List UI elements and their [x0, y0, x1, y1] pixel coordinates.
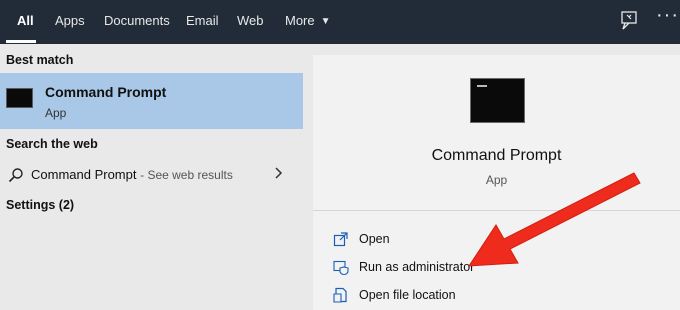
tab-apps[interactable]: Apps [55, 0, 85, 44]
detail-pane: Command Prompt App Open Run as administr… [313, 55, 680, 310]
tab-documents[interactable]: Documents [104, 0, 170, 44]
best-match-subtitle: App [45, 106, 67, 120]
chevron-right-icon[interactable] [274, 165, 284, 181]
detail-title: Command Prompt [431, 147, 562, 164]
command-prompt-large-icon [470, 78, 525, 123]
best-match-title: Command Prompt [45, 84, 167, 100]
tab-more-label: More [285, 13, 315, 28]
tab-web[interactable]: Web [237, 0, 264, 44]
open-icon [333, 232, 348, 247]
search-web-heading: Search the web [6, 137, 98, 151]
run-as-administrator-label: Run as administrator [359, 260, 475, 274]
open-file-location-label: Open file location [359, 288, 456, 302]
feedback-icon[interactable] [618, 10, 640, 32]
tab-more[interactable]: More ▼ [285, 0, 331, 44]
results-pane: Best match Command Prompt App Search the… [0, 44, 303, 310]
best-match-item[interactable]: Command Prompt App [0, 73, 303, 129]
tab-all[interactable]: All [17, 0, 34, 44]
chevron-down-icon: ▼ [320, 16, 331, 27]
settings-results[interactable]: Settings (2) [6, 198, 74, 212]
tab-email[interactable]: Email [186, 0, 219, 44]
best-match-heading: Best match [6, 53, 74, 67]
search-filter-bar: All Apps Documents Email Web More ▼ ··· [0, 0, 680, 44]
search-icon [8, 168, 23, 183]
open-label: Open [359, 232, 390, 246]
command-prompt-icon [6, 88, 33, 108]
web-search-suffix: - See web results [140, 168, 233, 182]
shield-icon [333, 260, 349, 275]
web-search-query-text: Command Prompt [31, 167, 137, 182]
web-search-result[interactable]: Command Prompt - See web results [0, 162, 303, 188]
cursor-mark [477, 85, 487, 87]
file-location-icon [333, 287, 347, 303]
divider [313, 210, 680, 211]
more-options-icon[interactable]: ··· [656, 4, 679, 27]
detail-subtitle: App [485, 173, 508, 187]
web-search-query: Command Prompt - See web results [31, 167, 233, 182]
active-tab-indicator [6, 40, 36, 43]
